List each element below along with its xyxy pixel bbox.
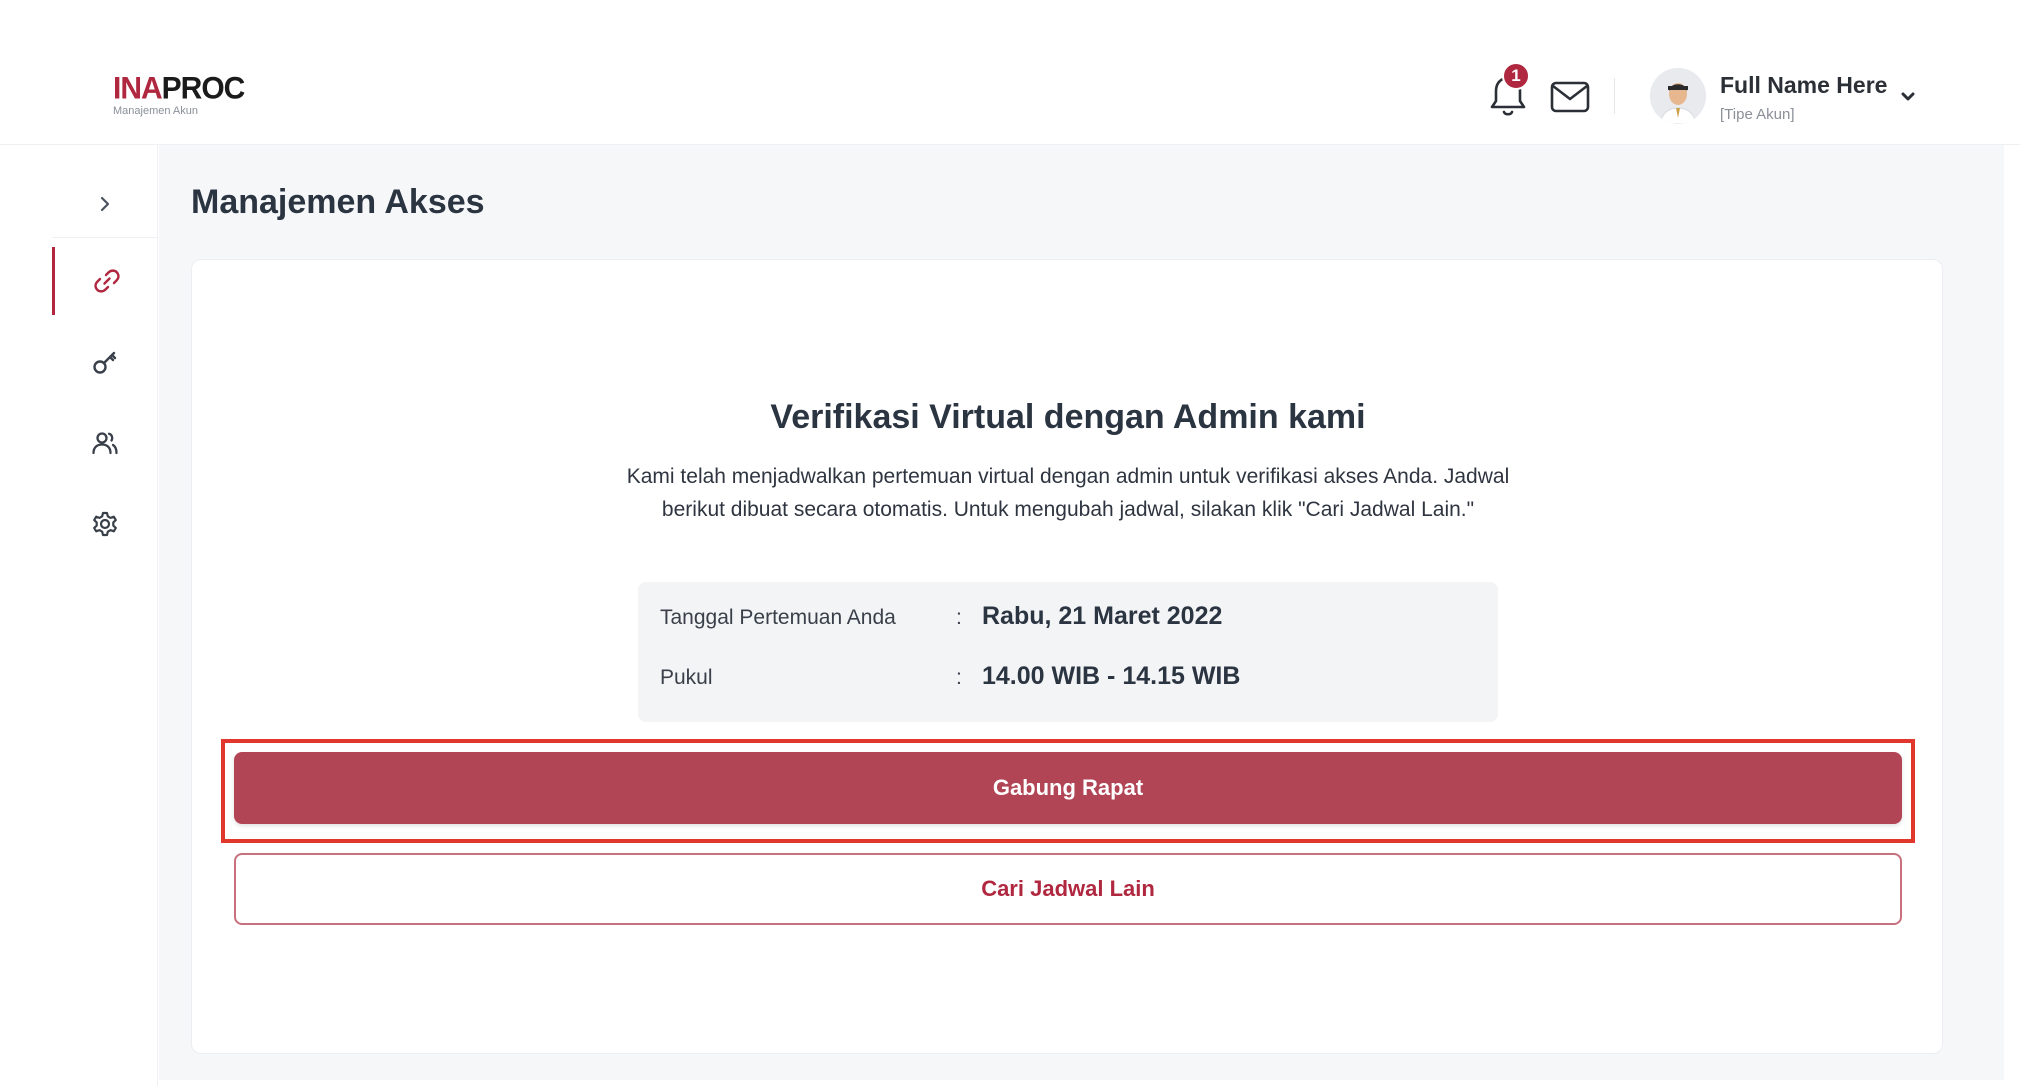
inaproc-logo[interactable]: INAPROC Manajemen Akun — [113, 71, 246, 117]
logo-wordmark: INAPROC — [113, 71, 246, 106]
page-title: Manajemen Akses — [191, 183, 485, 221]
notification-count-badge: 1 — [1502, 62, 1530, 90]
gear-icon — [93, 511, 117, 537]
logo-wordmark-red: INA — [113, 71, 163, 106]
schedule-time-value: 14.00 WIB - 14.15 WIB — [982, 662, 1241, 690]
schedule-separator: : — [956, 606, 962, 629]
mail-icon[interactable] — [1549, 78, 1591, 116]
header-divider — [1614, 78, 1615, 114]
sidebar-divider — [52, 237, 158, 238]
users-icon — [92, 432, 118, 455]
sidebar-item-users[interactable] — [52, 409, 158, 477]
schedule-time-row: Pukul : 14.00 WIB - 14.15 WIB — [660, 660, 1480, 700]
user-account-type: [Tipe Akun] — [1720, 106, 1795, 123]
find-other-schedule-button[interactable]: Cari Jadwal Lain — [234, 853, 1902, 925]
top-header: INAPROC Manajemen Akun 1 Full Name Here — [0, 0, 2020, 145]
schedule-box: Tanggal Pertemuan Anda : Rabu, 21 Maret … — [638, 582, 1498, 722]
user-name: Full Name Here — [1720, 72, 1888, 98]
card-description: Kami telah menjadwalkan pertemuan virtua… — [626, 465, 1510, 521]
link-icon — [93, 269, 120, 293]
sidebar — [52, 145, 158, 1086]
schedule-date-label: Tanggal Pertemuan Anda — [660, 606, 896, 629]
sidebar-item-access-management[interactable] — [52, 247, 158, 315]
sidebar-item-settings[interactable] — [52, 490, 158, 558]
chevron-down-icon[interactable] — [1898, 86, 1918, 106]
sidebar-expand-chevron-right-icon[interactable] — [92, 191, 118, 217]
logo-subtitle: Manajemen Akun — [113, 105, 198, 117]
user-avatar — [1650, 68, 1706, 124]
card-title: Verifikasi Virtual dengan Admin kami — [770, 398, 1366, 436]
user-menu[interactable]: Full Name Here [Tipe Akun] — [1650, 68, 1930, 128]
key-icon — [93, 351, 117, 374]
main-content: Manajemen Akses Verifikasi Virtual denga… — [159, 145, 2004, 1080]
logo-wordmark-dark: PROC — [161, 71, 246, 106]
join-meeting-button[interactable]: Gabung Rapat — [234, 752, 1902, 824]
sidebar-item-keys[interactable] — [52, 328, 158, 396]
schedule-time-label: Pukul — [660, 666, 713, 689]
verification-card: Verifikasi Virtual dengan Admin kami Kam… — [191, 259, 1943, 1054]
schedule-date-row: Tanggal Pertemuan Anda : Rabu, 21 Maret … — [660, 600, 1480, 640]
schedule-date-value: Rabu, 21 Maret 2022 — [982, 602, 1223, 630]
schedule-separator: : — [956, 666, 962, 689]
